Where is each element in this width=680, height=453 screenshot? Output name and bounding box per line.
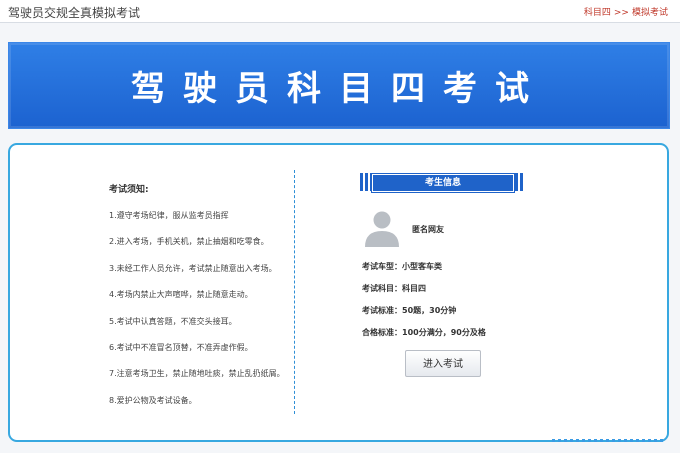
exam-standard: 考试标准：50题，30分钟	[362, 306, 457, 315]
banner-title: 驾驶员科目四考试	[131, 69, 547, 109]
top-bar: 驾驶员交规全真模拟考试 科目四 >> 模拟考试	[0, 0, 680, 23]
rules-list: 1.遵守考场纪律，服从监考员指挥 2.进入考场，手机关机，禁止抽烟和吃零食。 3…	[109, 211, 309, 422]
site-title: 驾驶员交规全真模拟考试	[8, 6, 141, 20]
vehicle-type: 考试车型：小型客车类	[362, 262, 442, 271]
breadcrumb-subject-four-link[interactable]: 科目四	[584, 8, 611, 18]
pass-criteria: 合格标准：100分满分，90分及格	[362, 328, 486, 337]
rule-item: 7.注意考场卫生，禁止随地吐痰，禁止乱扔纸屑。	[109, 369, 285, 379]
section-divider	[294, 170, 295, 414]
start-exam-button[interactable]: 进入考试	[405, 350, 481, 377]
exam-banner: 驾驶员科目四考试	[8, 42, 670, 129]
rule-item: 4.考场内禁止大声喧哗，禁止随意走动。	[109, 290, 253, 300]
rule-item: 5.考试中认真答题，不准交头接耳。	[109, 316, 237, 326]
rule-item: 1.遵守考场纪律，服从监考员指挥	[109, 211, 229, 220]
candidate-name: 匿名网友	[412, 225, 444, 234]
candidate-info: 考试车型：小型客车类 考试科目：科目四 考试标准：50题，30分钟 合格标准：1…	[362, 262, 486, 350]
exam-panel: 考试须知: 1.遵守考场纪律，服从监考员指挥 2.进入考场，手机关机，禁止抽烟和…	[8, 143, 669, 442]
decorative-corner-dots	[552, 439, 664, 442]
notice-title: 考试须知:	[109, 185, 149, 195]
user-silhouette-icon	[365, 211, 399, 247]
rule-item: 3.未经工作人员允许，考试禁止随意出入考场。	[109, 263, 277, 273]
breadcrumb: 科目四 >> 模拟考试	[584, 5, 668, 18]
breadcrumb-mock-exam-link[interactable]: 模拟考试	[632, 8, 668, 18]
rule-item: 8.爱护公物及考试设备。	[109, 395, 197, 405]
candidate-info-ribbon: 考生信息	[360, 173, 524, 192]
exam-subject: 考试科目：科目四	[362, 284, 426, 293]
breadcrumb-separator: >>	[613, 8, 629, 18]
candidate-info-title: 考生信息	[372, 174, 514, 192]
rule-item: 6.考试中不准冒名顶替，不准弄虚作假。	[109, 342, 253, 352]
rule-item: 2.进入考场，手机关机，禁止抽烟和吃零食。	[109, 237, 269, 247]
